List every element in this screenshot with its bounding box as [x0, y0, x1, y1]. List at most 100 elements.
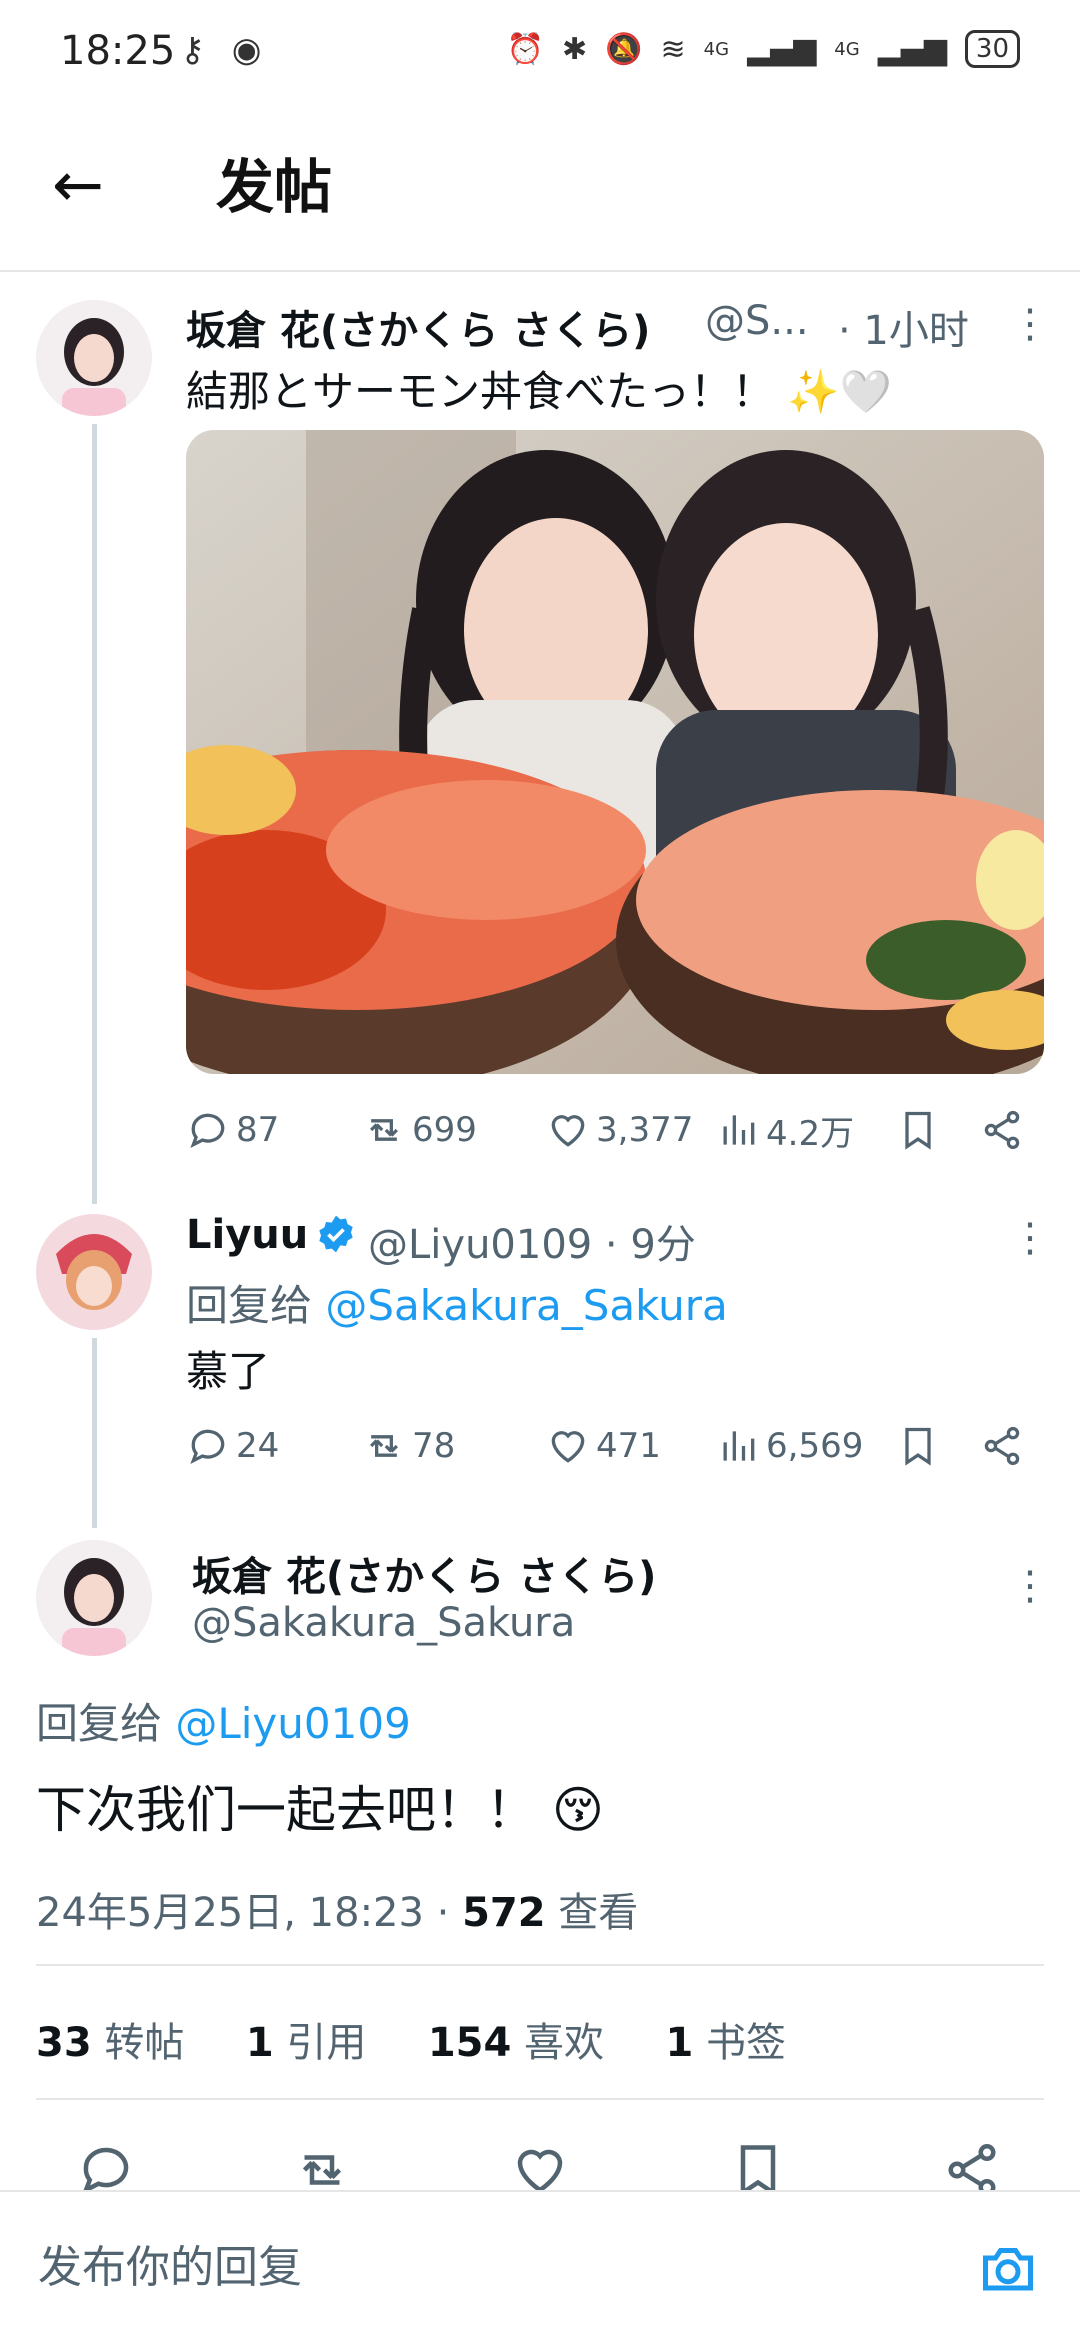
- retweets-stat[interactable]: 33 转帖: [36, 2020, 184, 2066]
- tweet-time: · 1小时: [838, 308, 969, 354]
- retweet-icon: [369, 1435, 399, 1457]
- share-icon: [984, 1110, 1020, 1150]
- verified-badge-icon: [316, 1214, 356, 1254]
- main-tweet-text: 下次我们一起去吧！！ 😚: [36, 1781, 605, 1839]
- tweet-handle[interactable]: @S...: [705, 298, 809, 344]
- heart-icon: [551, 1431, 585, 1463]
- camera-icon[interactable]: [978, 2238, 1038, 2298]
- eye-icon: ◉: [231, 30, 270, 70]
- share-button[interactable]: [980, 1108, 1024, 1152]
- analytics-icon: [723, 1431, 755, 1461]
- thread-line: [92, 424, 97, 1204]
- timestamp-text: 24年5月25日, 18:23 ·: [36, 1890, 463, 1936]
- tweet-text: 結那とサーモン丼食べたっ！！ ✨🤍: [186, 367, 892, 416]
- views-button[interactable]: 4.2万: [716, 1106, 854, 1155]
- page-title: 发帖: [216, 153, 333, 221]
- quotes-stat-number: 1: [245, 2020, 274, 2066]
- top-header: ← 发帖: [0, 100, 1080, 272]
- retweet-count: 699: [412, 1110, 477, 1150]
- reply-button[interactable]: 24: [186, 1424, 279, 1468]
- key-icon: ⚷: [180, 30, 213, 70]
- status-bar: 18:25 ⚷ ◉ ⏰ ✱ 🔕 ≋ 4G ▂▄▆ 4G ▂▄▆ 30: [0, 0, 1080, 100]
- alarm-icon: ⏰: [506, 31, 545, 67]
- reply-input[interactable]: [36, 2226, 940, 2308]
- bookmark-button[interactable]: [896, 1108, 940, 1152]
- battery-indicator: 30: [964, 30, 1020, 68]
- analytics-icon: [723, 1115, 755, 1145]
- tweet-photo[interactable]: [186, 430, 1044, 1074]
- signal-label-1: 4G: [703, 38, 730, 60]
- main-tweet-timestamp: 24年5月25日, 18:23 · 572 查看: [36, 1880, 638, 1938]
- views-count: 4.2万: [766, 1113, 855, 1154]
- tweet-text: 慕了: [186, 1347, 271, 1396]
- quotes-stat-label: 引用: [286, 2020, 367, 2066]
- signal-icon: ▂▄▆: [877, 31, 947, 67]
- tweet-actions: 24 78 471 6,569: [186, 1424, 1044, 1468]
- reply-composer: [0, 2190, 1080, 2342]
- views-count: 6,569: [766, 1426, 864, 1466]
- like-count: 471: [596, 1426, 661, 1466]
- more-options-icon[interactable]: ⋮: [1010, 304, 1050, 344]
- wifi-icon: ≋: [660, 31, 686, 67]
- more-options-icon[interactable]: ⋮: [1010, 1218, 1050, 1258]
- views-button[interactable]: 6,569: [716, 1424, 863, 1468]
- tweet-display-name[interactable]: Liyuu: [186, 1212, 308, 1258]
- reply-context: 回复给 @Sakakura_Sakura: [186, 1272, 728, 1333]
- share-icon: [984, 1426, 1020, 1466]
- bookmarks-stat-number: 1: [665, 2020, 694, 2066]
- quotes-stat[interactable]: 1 引用: [246, 2020, 367, 2066]
- bookmark-icon: [905, 1111, 931, 1150]
- share-button[interactable]: [980, 1424, 1024, 1468]
- arrow-left-icon[interactable]: ←: [52, 150, 104, 220]
- reply-icon: [190, 1429, 225, 1465]
- thread-line: [92, 1338, 97, 1528]
- status-system-icons: ⏰ ✱ 🔕 ≋ 4G ▂▄▆ 4G ▂▄▆ 30: [507, 30, 1020, 68]
- retweet-button[interactable]: 78: [362, 1424, 455, 1468]
- reply-prefix: 回复给: [186, 1281, 326, 1330]
- retweet-button[interactable]: 699: [362, 1108, 477, 1152]
- bookmarks-stat[interactable]: 1 书签: [665, 2020, 786, 2066]
- bluetooth-icon: ✱: [562, 31, 588, 67]
- reply-icon: [190, 1113, 225, 1149]
- like-count: 3,377: [596, 1110, 694, 1150]
- main-tweet-display-name[interactable]: 坂倉 花(さかくら さくら): [192, 1544, 656, 1602]
- like-button[interactable]: 471: [546, 1424, 661, 1468]
- reply-count: 24: [236, 1426, 280, 1466]
- signal-icon: ▂▄▆: [747, 31, 817, 67]
- likes-stat-number: 154: [427, 2020, 512, 2066]
- status-notification-icons: ⚷ ◉: [180, 30, 269, 70]
- mention-link[interactable]: @Sakakura_Sakura: [325, 1281, 727, 1330]
- more-options-icon[interactable]: ⋮: [1010, 1566, 1050, 1606]
- avatar[interactable]: [36, 1540, 152, 1656]
- reply-button[interactable]: 87: [186, 1108, 279, 1152]
- signal-label-2: 4G: [834, 38, 860, 60]
- bookmarks-stat-label: 书签: [706, 2020, 787, 2066]
- retweets-stat-number: 33: [36, 2020, 92, 2066]
- tweet-display-name[interactable]: 坂倉 花(さかくら さくら): [186, 298, 650, 356]
- avatar[interactable]: [36, 1214, 152, 1330]
- main-tweet-handle[interactable]: @Sakakura_Sakura: [192, 1600, 575, 1646]
- status-time: 18:25: [60, 28, 176, 74]
- tweet-actions: 87 699 3,377 4.2万: [186, 1106, 1044, 1155]
- view-count: 572: [462, 1890, 546, 1936]
- tweet-handle-time: @Liyu0109 · 9分: [368, 1222, 696, 1268]
- reply-context: 回复给 @Liyu0109: [36, 1690, 411, 1751]
- heart-icon: [551, 1115, 585, 1147]
- retweet-icon: [369, 1119, 399, 1141]
- engagement-stats: 33 转帖 1 引用 154 喜欢 1 书签: [36, 2010, 786, 2068]
- retweets-stat-label: 转帖: [104, 2020, 185, 2066]
- divider: [36, 1964, 1044, 1966]
- divider: [36, 2098, 1044, 2100]
- bookmark-button[interactable]: [896, 1424, 940, 1468]
- view-label: 查看: [545, 1890, 639, 1936]
- reply-count: 87: [236, 1110, 280, 1150]
- mention-link[interactable]: @Liyu0109: [175, 1699, 410, 1748]
- reply-prefix: 回复给: [36, 1699, 176, 1748]
- likes-stat-label: 喜欢: [524, 2020, 605, 2066]
- mute-icon: 🔕: [605, 31, 643, 67]
- retweet-count: 78: [412, 1426, 456, 1466]
- like-button[interactable]: 3,377: [546, 1108, 693, 1152]
- bookmark-icon: [905, 1427, 931, 1466]
- avatar[interactable]: [36, 300, 152, 416]
- likes-stat[interactable]: 154 喜欢: [428, 2020, 604, 2066]
